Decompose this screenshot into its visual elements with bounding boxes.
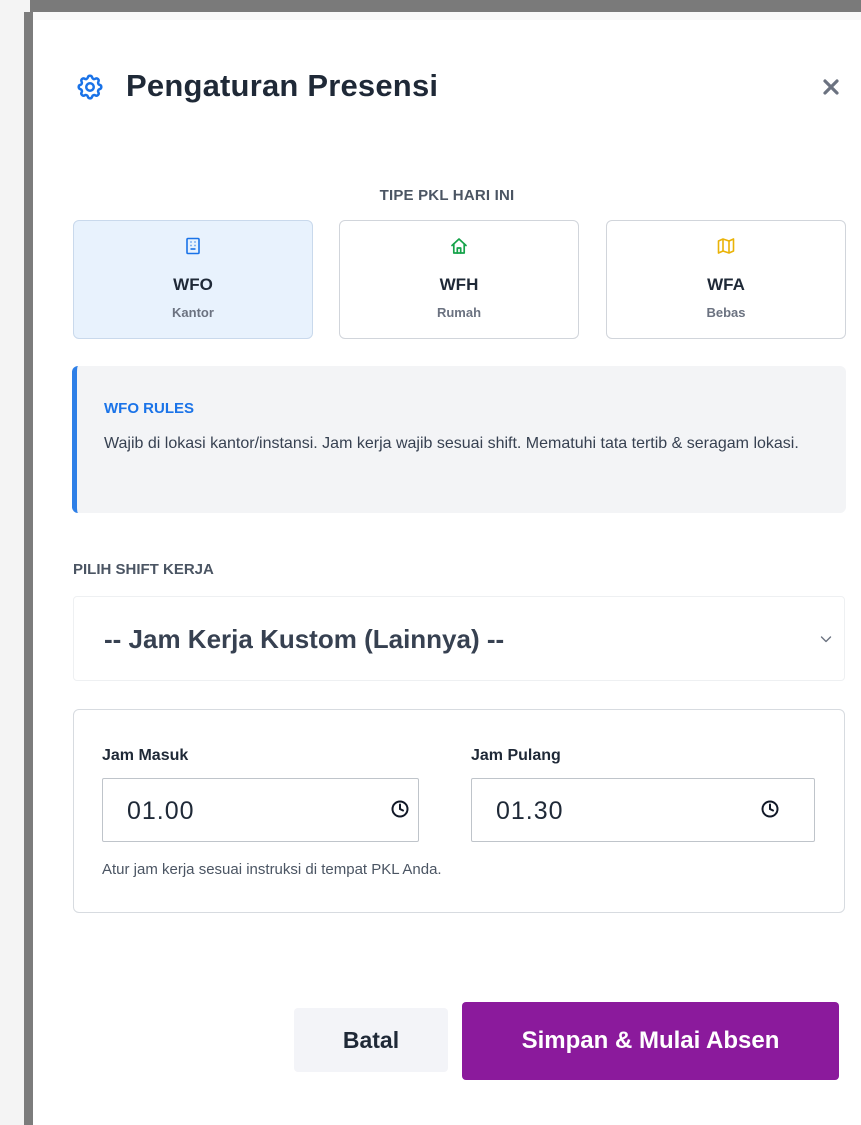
clock-icon[interactable] — [760, 799, 780, 819]
time-out-label: Jam Pulang — [471, 747, 561, 764]
type-option-subtitle: Bebas — [706, 305, 746, 320]
screen-frame: Pengaturan Presensi TIPE PKL HARI INI WF… — [0, 0, 861, 1125]
type-option-subtitle: Kantor — [172, 305, 214, 320]
type-option-title: WFH — [439, 275, 479, 294]
save-and-start-button[interactable]: Simpan & Mulai Absen — [462, 1002, 839, 1080]
rules-text: Wajib di lokasi kantor/instansi. Jam ker… — [104, 435, 799, 452]
chevron-down-icon — [819, 632, 833, 646]
shift-select-value: -- Jam Kerja Kustom (Lainnya) -- — [104, 624, 505, 654]
window-left-border — [24, 12, 33, 1125]
gear-icon — [75, 72, 105, 102]
time-in-value: 01.00 — [127, 797, 195, 825]
time-in-input[interactable]: 01.00 — [102, 778, 419, 842]
type-option-wfo[interactable]: WFO Kantor — [73, 220, 313, 339]
type-option-subtitle: Rumah — [436, 305, 482, 320]
cancel-button[interactable]: Batal — [294, 1008, 448, 1072]
rules-info-box: WFO RULES Wajib di lokasi kantor/instans… — [72, 366, 846, 513]
type-option-title: WFA — [707, 275, 745, 294]
rules-title: WFO RULES — [104, 400, 194, 417]
custom-time-box: Jam Masuk 01.00 Jam Pulang 01.30 Atur ja… — [73, 709, 845, 913]
time-in-label: Jam Masuk — [102, 747, 189, 764]
type-option-title: WFO — [173, 275, 213, 294]
close-icon[interactable] — [819, 75, 843, 99]
presence-settings-modal: Pengaturan Presensi TIPE PKL HARI INI WF… — [33, 20, 861, 1125]
time-out-value: 01.30 — [496, 797, 564, 825]
window-top-border — [0, 0, 861, 12]
time-hint: Atur jam kerja sesuai instruksi di tempa… — [102, 861, 442, 878]
type-option-wfh[interactable]: WFH Rumah — [339, 220, 579, 339]
map-icon — [607, 237, 845, 255]
type-section-label: TIPE PKL HARI INI — [379, 187, 515, 204]
time-out-input[interactable]: 01.30 — [471, 778, 815, 842]
shift-select[interactable]: -- Jam Kerja Kustom (Lainnya) -- — [73, 596, 845, 681]
home-icon — [340, 237, 578, 255]
modal-title: Pengaturan Presensi — [126, 68, 439, 103]
clock-icon[interactable] — [390, 799, 410, 819]
building-icon — [74, 237, 312, 255]
shift-section-label: PILIH SHIFT KERJA — [73, 561, 214, 578]
type-option-wfa[interactable]: WFA Bebas — [606, 220, 846, 339]
